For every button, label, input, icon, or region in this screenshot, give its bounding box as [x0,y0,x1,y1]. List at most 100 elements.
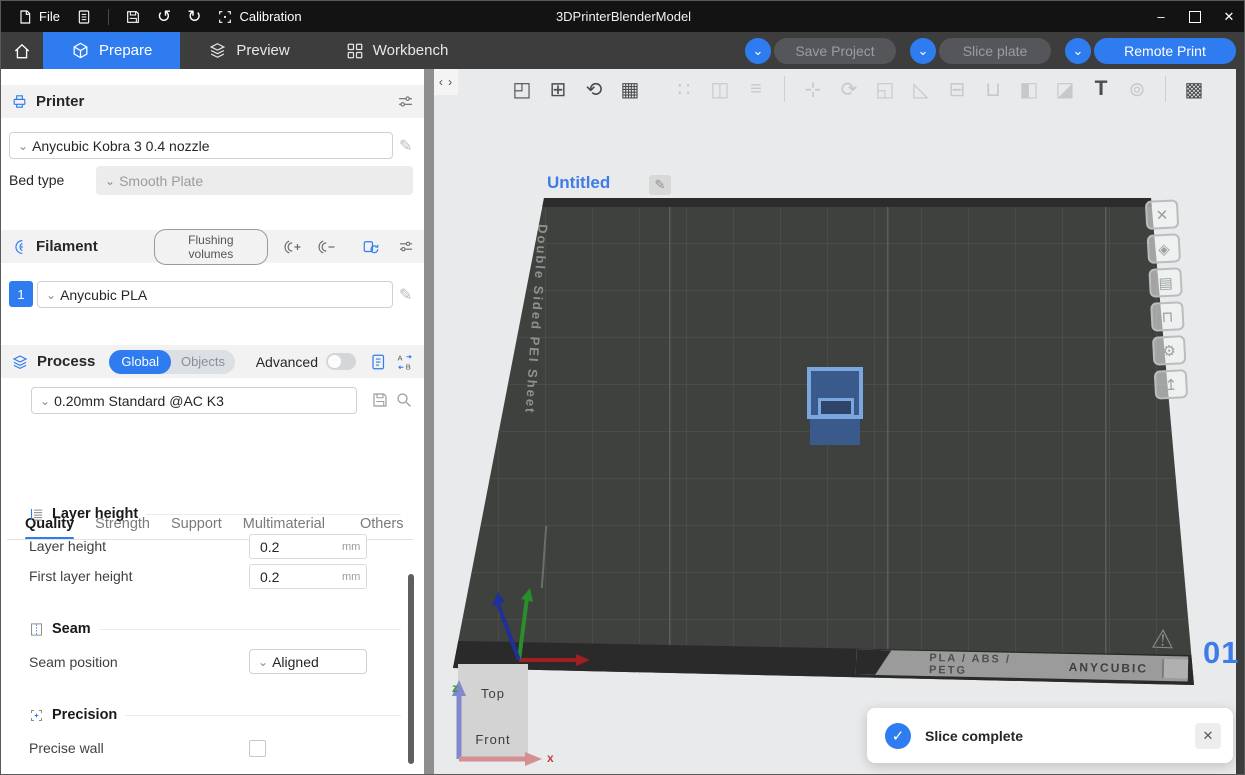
calibration-icon [219,10,232,23]
plate-brand-logo: ANYCUBIC [1068,659,1149,676]
home-button[interactable] [1,32,43,69]
scope-objects-button[interactable]: Objects [171,354,235,369]
chevron-down-icon: ⌄ [917,42,929,58]
file-menu[interactable]: File [17,9,60,25]
workbench-grid-icon [347,43,363,58]
save-preset-icon[interactable] [371,391,389,409]
remote-print-button[interactable]: Remote Print [1094,37,1236,64]
undo-icon: ↺ [156,7,172,26]
tab-workbench[interactable]: Workbench [318,32,477,69]
calibration-menu[interactable]: Calibration [217,9,302,25]
layer-height-section-title: Layer height [52,506,139,522]
scope-global-button[interactable]: Global [109,349,171,374]
delete-plate-icon[interactable]: ✕ [1144,199,1180,230]
redo-button[interactable]: ↻ [187,8,201,25]
redo-icon: ↻ [187,7,202,26]
bed-type-select[interactable]: ⌄ Smooth Plate [96,166,413,195]
process-preset-select[interactable]: ⌄ 0.20mm Standard @AC K3 [31,387,357,414]
toggle-knob [328,355,341,368]
printer-settings-icon[interactable] [397,93,414,110]
text-tool-icon[interactable]: T [1085,73,1117,105]
seam-position-select[interactable]: ⌄ Aligned [249,649,367,674]
seam-icon [31,622,42,636]
advanced-toggle[interactable] [326,353,356,370]
plate-settings-icon[interactable]: ⚙ [1151,335,1187,366]
flushing-volumes-button[interactable]: Flushing volumes [153,228,269,265]
chevron-down-icon: ⌄ [105,173,116,188]
slice-plate-dropdown[interactable]: ⌄ [910,37,936,64]
notes-button[interactable] [76,9,92,25]
seam-section-title: Seam [52,621,91,637]
parameter-list-icon[interactable] [370,353,388,371]
plate-name[interactable]: Untitled [547,173,610,193]
process-scope-toggle: Global Objects [109,349,236,374]
auto-orient-plate-icon[interactable]: ◈ [1146,233,1182,264]
precision-section-title: Precision [52,707,118,723]
rotate-icon: ⟳ [833,73,865,105]
tab-prepare[interactable]: Prepare [43,32,181,69]
first-layer-height-input[interactable]: mm [249,564,367,589]
settings-sidebar: Printer ⌄ Anycubic Kobra 3 0.4 nozzle ✎ … [1,69,424,774]
titlebar-divider [107,8,109,25]
precision-icon [31,709,42,721]
edit-plate-name-button[interactable]: ✎ [649,175,671,195]
layer-height-input[interactable]: mm [249,534,367,559]
assembly-icon[interactable]: ▩ [1178,73,1210,105]
toast-message: Slice complete [925,727,1024,744]
printer-preset-value: Anycubic Kobra 3 0.4 nozzle [32,137,210,154]
first-layer-height-value[interactable] [250,567,342,586]
tab-prepare-label: Prepare [99,42,153,59]
add-object-icon[interactable]: ◰ [506,73,538,105]
search-preset-icon[interactable] [395,391,413,409]
check-glyph: ✓ [891,727,905,745]
nav-cube-axes [452,680,542,766]
add-filament-icon[interactable] [284,238,302,256]
remove-filament-icon[interactable] [318,238,336,256]
maximize-button[interactable] [1178,1,1212,32]
origin-axes [492,588,590,666]
compare-presets-icon[interactable]: AB [396,353,414,371]
section-rule [125,714,401,716]
filament-settings-icon[interactable] [398,238,414,255]
printer-section-title: Printer [36,93,85,110]
save-project-dropdown[interactable]: ⌄ [745,37,771,64]
save-project-button[interactable]: Save Project [774,37,896,64]
precise-wall-checkbox[interactable] [249,740,266,757]
toast-close-button[interactable]: ✕ [1195,722,1221,749]
maximize-icon [1189,10,1201,23]
sidebar-scrollbar[interactable] [408,574,414,764]
first-layer-height-unit: mm [342,570,361,583]
slice-plate-button[interactable]: Slice plate [939,37,1051,64]
close-button[interactable]: ✕ [1212,1,1244,32]
hot-surface-warning-icon: ⚠ [1150,623,1175,655]
bed-type-value: Smooth Plate [119,172,204,189]
undo-button[interactable]: ↺ [157,8,171,25]
raise-plate-icon[interactable]: ↥ [1153,369,1189,400]
minimize-button[interactable]: – [1144,1,1178,32]
save-button[interactable] [125,9,141,25]
filament-slot-badge[interactable]: 1 [9,281,33,307]
sync-filament-icon[interactable] [362,238,380,256]
layer-height-value[interactable] [250,537,342,556]
add-plate-icon[interactable]: ⊞ [542,73,574,105]
arrange-plate-icon[interactable]: ▤ [1148,267,1183,298]
filament-preset-select[interactable]: ⌄ Anycubic PLA [37,281,393,308]
arrange-objects-icon[interactable]: ▦ [614,73,646,105]
edit-printer-icon[interactable]: ✎ [399,136,412,156]
tab-preview[interactable]: Preview [180,32,317,69]
collapse-sidebar-button[interactable]: ‹ › [434,69,458,95]
auto-orient-icon[interactable]: ⟲ [578,73,610,105]
edit-filament-icon[interactable]: ✎ [399,285,412,305]
printer-preset-select[interactable]: ⌄ Anycubic Kobra 3 0.4 nozzle [9,132,393,159]
lock-plate-icon[interactable]: ⊓ [1150,301,1185,332]
process-section-title: Process [37,353,96,370]
mesh-boolean-icon: ⊔ [977,73,1009,105]
filament-icon [15,239,23,254]
section-rule [146,513,401,515]
chevron-down-icon: ⌄ [18,138,29,153]
panel-divider[interactable] [424,69,434,774]
variable-layer-height-icon: ≡ [740,73,772,105]
section-rule [98,628,401,630]
remote-print-dropdown[interactable]: ⌄ [1065,37,1091,64]
viewport-3d[interactable]: ‹ › ◰ ⊞ ⟲ ▦ ∷ ◫ ≡ ⊹ ⟳ ◱ ◺ ⊟ ⊔ ◧ ◪ T ⊚ ▩ Untitled ✎ Double… [434,69,1244,774]
